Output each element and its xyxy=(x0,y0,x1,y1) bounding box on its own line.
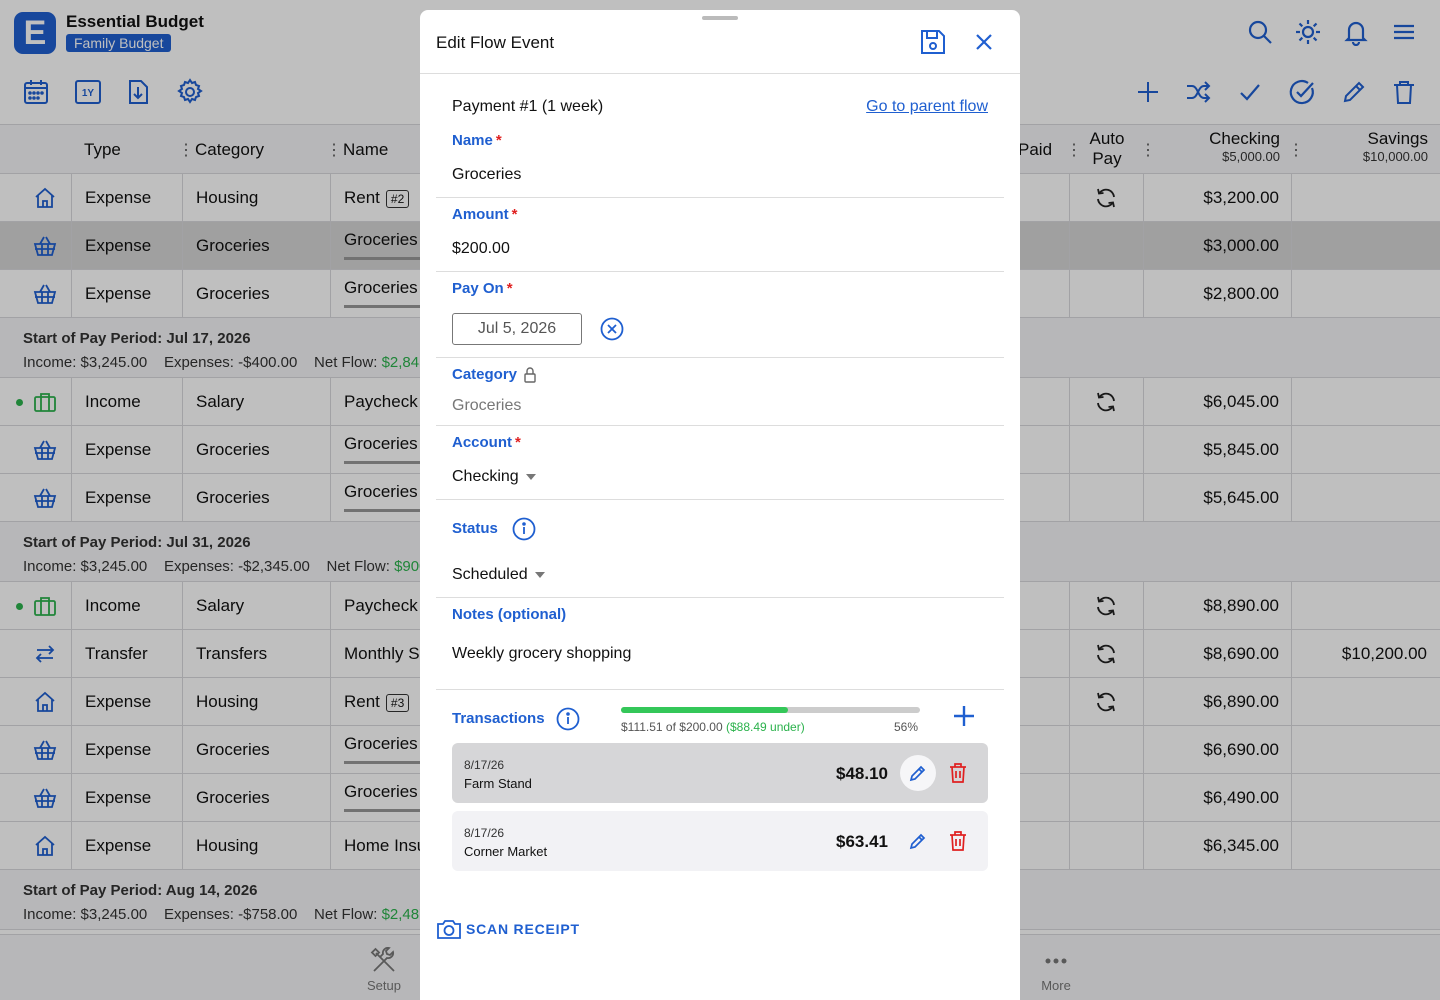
transaction-amount: $48.10 xyxy=(836,764,888,783)
close-icon xyxy=(976,34,992,50)
progress-spent: $111.51 of $200.00 xyxy=(621,720,723,734)
payment-label: Payment #1 (1 week) xyxy=(452,98,604,115)
transaction-date: 8/17/26 xyxy=(464,826,505,840)
edit-flow-event-dialog: Edit Flow Event Payment #1 (1 week) Go t… xyxy=(420,10,1020,1000)
notes-label: Notes (optional) xyxy=(452,606,567,623)
required-marker: * xyxy=(515,434,521,451)
close-button[interactable] xyxy=(969,27,999,57)
transactions-label: Transactions xyxy=(452,710,545,727)
amount-field[interactable]: $200.00 xyxy=(452,240,510,258)
account-label: Account * xyxy=(452,434,521,451)
pay-on-label: Pay On * xyxy=(452,280,513,297)
clear-circle-icon xyxy=(600,317,624,341)
save-icon xyxy=(921,30,945,54)
required-marker: * xyxy=(511,206,518,223)
pencil-icon xyxy=(909,833,926,850)
status-value: Scheduled xyxy=(452,566,528,583)
amount-label-text: Amount xyxy=(452,206,509,223)
progress-percent: 56% xyxy=(894,720,919,734)
divider xyxy=(436,197,1004,198)
status-select[interactable]: Scheduled xyxy=(452,566,545,584)
parent-flow-link[interactable]: Go to parent flow xyxy=(866,98,988,116)
pay-on-label-text: Pay On xyxy=(452,280,504,297)
name-label: Name * xyxy=(452,132,502,149)
progress-summary: $111.51 of $200.00 ($88.49 under) xyxy=(621,720,805,734)
amount-label: Amount * xyxy=(452,206,518,223)
category-field: Groceries xyxy=(452,397,522,414)
account-value: Checking xyxy=(452,468,519,485)
dialog-title: Edit Flow Event xyxy=(436,33,555,52)
divider xyxy=(436,271,1004,272)
transactions-info-icon[interactable] xyxy=(556,707,580,731)
divider xyxy=(436,689,1004,690)
edit-transaction-button[interactable] xyxy=(900,755,936,791)
transaction-date: 8/17/26 xyxy=(464,758,505,772)
chevron-down-icon xyxy=(525,473,536,480)
budget-progress-bar xyxy=(621,707,920,713)
drag-handle[interactable] xyxy=(702,16,738,20)
chevron-down-icon xyxy=(534,571,545,578)
trash-icon xyxy=(950,831,966,851)
divider xyxy=(436,425,1004,426)
edit-transaction-button[interactable] xyxy=(900,823,936,859)
pencil-icon xyxy=(909,765,926,782)
notes-field[interactable]: Weekly grocery shopping xyxy=(452,645,631,663)
dialog-header: Edit Flow Event xyxy=(420,10,1020,74)
budget-progress-fill xyxy=(621,707,789,713)
progress-under: ($88.49 under) xyxy=(726,720,805,734)
camera-icon xyxy=(437,920,461,939)
add-transaction-button[interactable] xyxy=(951,703,977,729)
save-button[interactable] xyxy=(918,27,948,57)
status-info-icon[interactable] xyxy=(512,517,536,541)
transaction-item[interactable]: 8/17/26 Corner Market $63.41 xyxy=(452,811,988,871)
clear-date-button[interactable] xyxy=(600,317,624,341)
transaction-merchant: Farm Stand xyxy=(464,776,532,791)
transaction-merchant: Corner Market xyxy=(464,844,548,859)
divider xyxy=(436,357,1004,358)
required-marker: * xyxy=(506,280,513,297)
name-field[interactable]: Groceries xyxy=(452,166,521,184)
scan-receipt-label: SCAN RECEIPT xyxy=(466,921,580,937)
delete-transaction-button[interactable] xyxy=(948,830,968,852)
pay-on-date-picker[interactable]: Jul 5, 2026 xyxy=(452,313,582,345)
transaction-item[interactable]: 8/17/26 Farm Stand $48.10 xyxy=(452,743,988,803)
transaction-amount: $63.41 xyxy=(836,832,888,851)
lock-icon xyxy=(523,367,537,383)
category-label: Category xyxy=(452,366,518,383)
status-label: Status xyxy=(452,520,498,537)
account-select[interactable]: Checking xyxy=(452,468,536,486)
name-label-text: Name xyxy=(452,132,493,149)
divider xyxy=(436,499,1004,500)
required-marker: * xyxy=(495,132,502,149)
trash-icon xyxy=(950,763,966,783)
plus-icon xyxy=(954,706,974,726)
divider xyxy=(436,597,1004,598)
delete-transaction-button[interactable] xyxy=(948,762,968,784)
account-label-text: Account xyxy=(452,434,512,451)
